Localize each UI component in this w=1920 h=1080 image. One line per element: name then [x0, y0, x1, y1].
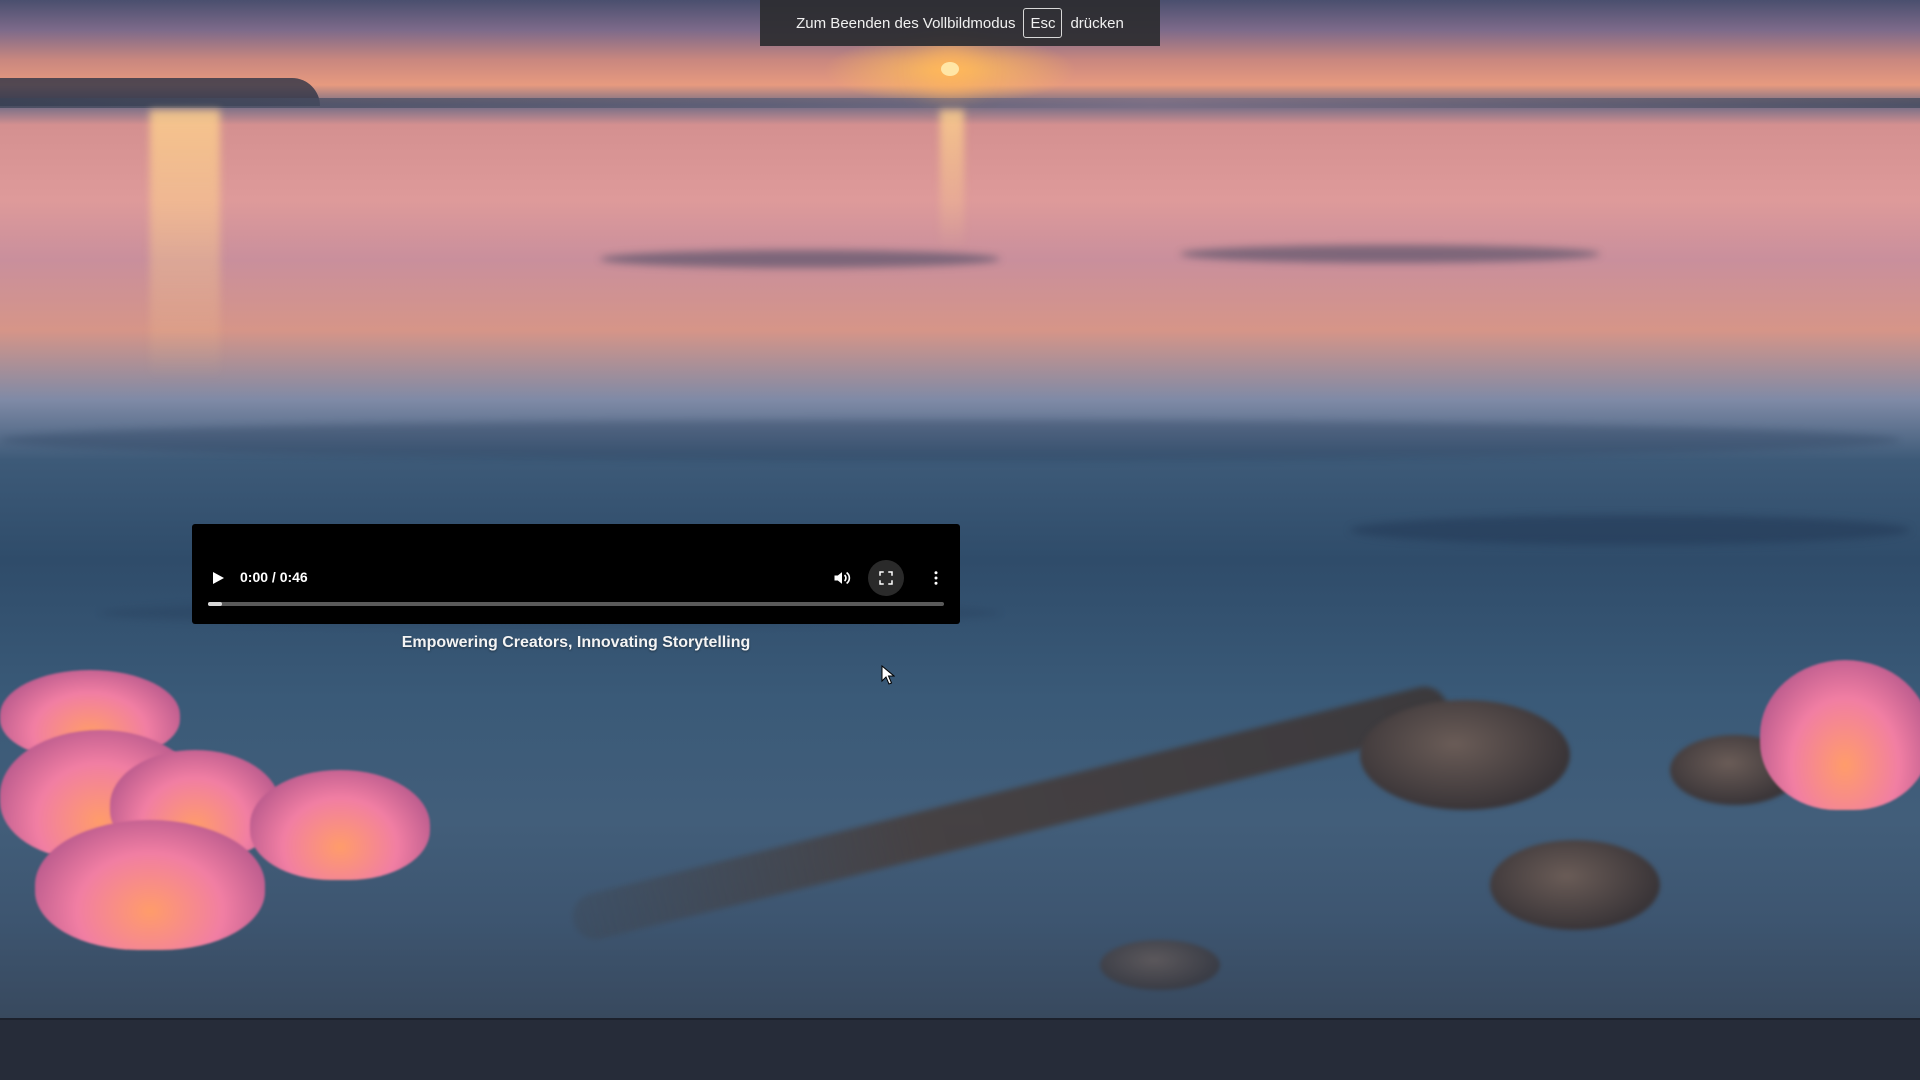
sun — [941, 62, 959, 76]
sun-reflection-center — [940, 110, 964, 250]
esc-key-badge: Esc — [1023, 8, 1063, 38]
play-icon — [213, 572, 224, 584]
progress-buffer — [208, 602, 222, 606]
wave — [1180, 245, 1600, 263]
rock — [1360, 700, 1570, 810]
fullscreen-icon — [879, 571, 893, 585]
driftwood — [567, 681, 1453, 945]
progress-bar[interactable] — [208, 602, 944, 606]
wave — [0, 420, 1900, 460]
volume-icon — [834, 571, 851, 585]
video-caption: Empowering Creators, Innovating Storytel… — [401, 634, 751, 651]
wave — [600, 250, 1000, 268]
volume-button[interactable] — [830, 566, 854, 590]
flower — [35, 820, 265, 950]
flower — [250, 770, 430, 880]
mouse-cursor-icon — [881, 665, 895, 685]
rock — [1100, 940, 1220, 990]
wave — [1350, 515, 1910, 545]
rock — [1490, 840, 1660, 930]
toast-text-before: Zum Beenden des Vollbildmodus — [796, 14, 1016, 32]
horizon — [0, 98, 1920, 108]
fullscreen-button[interactable] — [868, 560, 904, 596]
video-player[interactable]: 0:00 / 0:46 — [192, 524, 960, 624]
background-image — [0, 0, 1920, 1018]
flower — [1760, 660, 1920, 810]
play-button[interactable] — [208, 568, 228, 588]
more-options-button[interactable] — [924, 566, 948, 590]
fullscreen-exit-toast: Zum Beenden des Vollbildmodus Esc drücke… — [760, 0, 1160, 46]
time-display: 0:00 / 0:46 — [240, 569, 308, 585]
toast-text-after: drücken — [1070, 14, 1124, 32]
more-vertical-icon — [934, 571, 938, 585]
bottom-bar — [0, 1018, 1920, 1080]
sun-reflection-left — [150, 110, 220, 380]
